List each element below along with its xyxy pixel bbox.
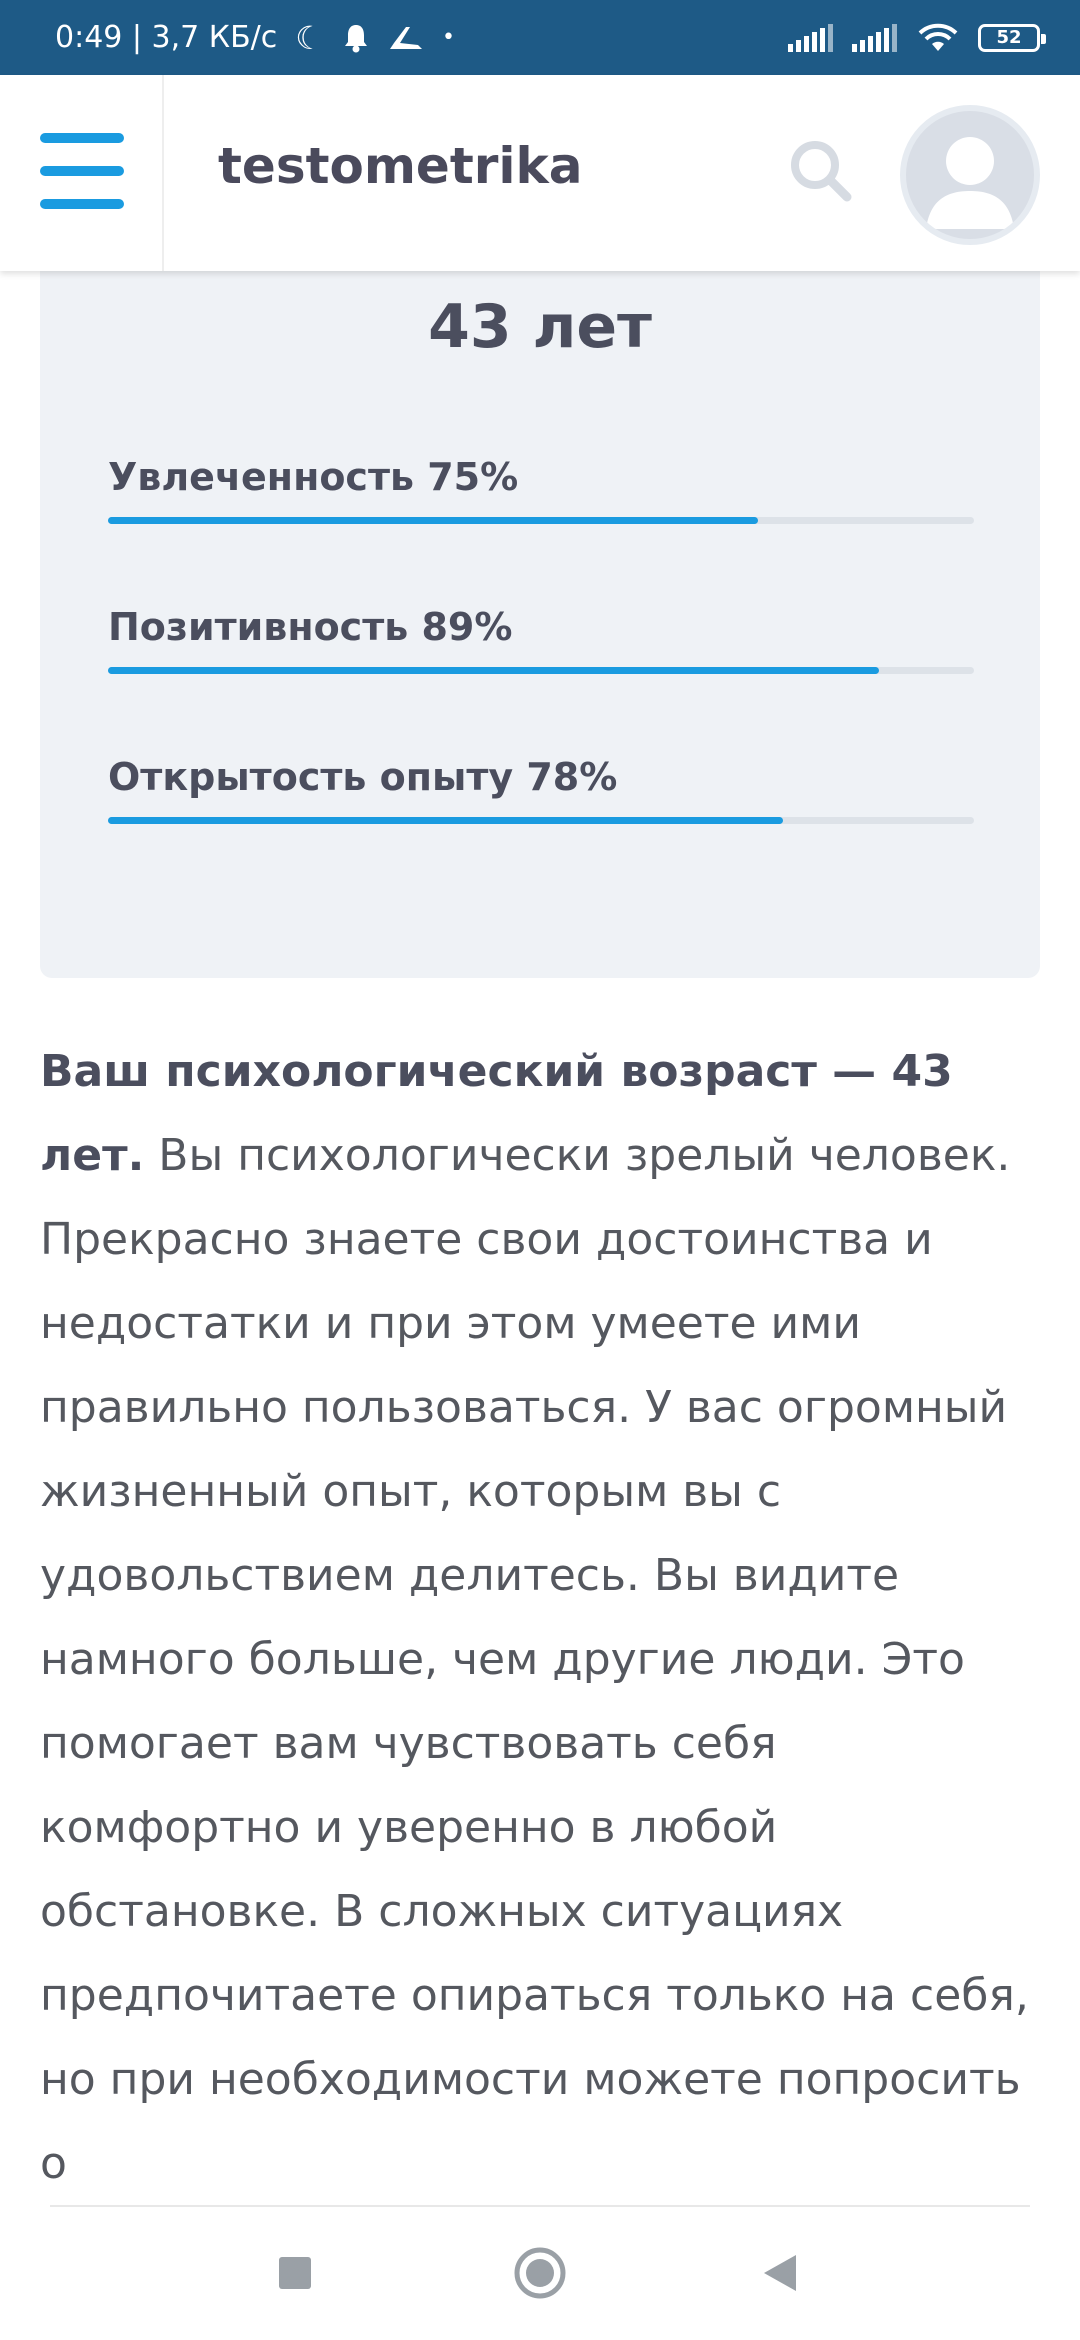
back-button[interactable] <box>762 2253 798 2293</box>
battery-level: 52 <box>996 27 1022 48</box>
wifi-icon <box>918 23 958 51</box>
bell-icon <box>344 24 367 52</box>
progress-fill <box>108 817 784 824</box>
status-time: 0:49 | 3,7 КБ/с <box>55 20 278 55</box>
metric-positivity: Позитивность 89% <box>108 605 974 674</box>
moon-icon: ☾ <box>295 18 324 57</box>
metric-label: Позитивность 89% <box>108 605 513 649</box>
bird-icon <box>389 26 422 49</box>
dot-icon: • <box>441 24 455 50</box>
progress-track <box>108 517 974 524</box>
recents-button[interactable] <box>277 2255 313 2291</box>
app-header: testometrika <box>0 75 1080 271</box>
status-bar-right: 52 <box>788 23 1046 53</box>
progress-fill <box>108 667 879 674</box>
progress-track <box>108 667 974 674</box>
progress-fill <box>108 517 758 524</box>
metric-label: Открытость опыту 78% <box>108 755 618 799</box>
avatar-icon[interactable] <box>900 105 1040 245</box>
result-description: Ваш психологический возраст — 43 лет. Вы… <box>40 1030 1050 2206</box>
header-divider <box>162 75 164 271</box>
signal-icon <box>788 23 833 52</box>
nav-divider <box>50 2205 1030 2207</box>
status-bar-left: 0:49 | 3,7 КБ/с ☾ • <box>55 20 455 55</box>
system-nav-bar <box>0 2205 1080 2340</box>
metric-openness: Открытость опыту 78% <box>108 755 974 824</box>
search-icon[interactable] <box>785 135 857 207</box>
psychological-age: 43 лет <box>428 292 652 362</box>
signal-icon <box>852 23 897 52</box>
user-silhouette-icon <box>926 137 1014 229</box>
result-card: 43 лет Увлеченность 75% Позитивность 89%… <box>40 240 1040 978</box>
battery-icon: 52 <box>978 23 1046 52</box>
metric-engagement: Увлеченность 75% <box>108 455 974 524</box>
home-button[interactable] <box>514 2247 566 2299</box>
site-logo[interactable]: testometrika <box>218 137 583 195</box>
status-bar: 0:49 | 3,7 КБ/с ☾ • 52 <box>0 0 1080 75</box>
result-text: Вы психологически зрелый человек. Прекра… <box>40 1130 1029 2189</box>
metric-label: Увлеченность 75% <box>108 455 519 499</box>
progress-track <box>108 817 974 824</box>
menu-icon[interactable] <box>40 133 124 209</box>
